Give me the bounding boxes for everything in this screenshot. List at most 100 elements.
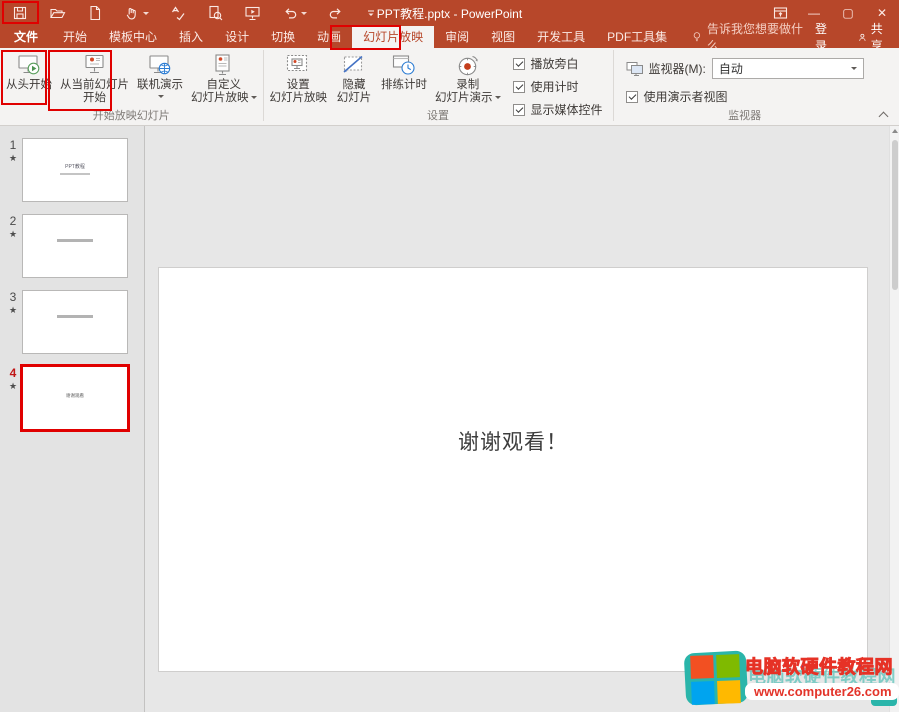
- setup-show-icon: [285, 52, 311, 79]
- lightbulb-icon: [692, 30, 702, 44]
- tab-home[interactable]: 开始: [52, 26, 98, 48]
- slide-3-thumbnail[interactable]: [22, 290, 128, 354]
- flag-square-green: [716, 654, 740, 678]
- slide-3-text-placeholder: [57, 315, 93, 318]
- monitor-select[interactable]: 自动: [712, 58, 864, 79]
- record-slideshow-button[interactable]: 录制 幻灯片演示: [431, 48, 505, 105]
- tab-pdf-tools[interactable]: PDF工具集: [596, 26, 678, 48]
- ribbon-tabs: 文件 开始 模板中心 插入 设计 切换 动画 幻灯片放映 审阅 视图 开发工具 …: [0, 26, 899, 48]
- record-dropdown-arrow[interactable]: [495, 96, 501, 99]
- monitor-slide-icon: [82, 52, 108, 79]
- watermark-site-url: www.computer26.com: [745, 683, 899, 700]
- slide-4-number: 4: [6, 366, 20, 380]
- tab-animations[interactable]: 动画: [306, 26, 352, 48]
- slide-1-number: 1: [6, 138, 20, 152]
- tabrow-right: 登录 共享: [803, 26, 899, 48]
- setup-slideshow-button[interactable]: 设置 幻灯片放映: [266, 48, 332, 105]
- powerpoint-window: PPT教程.pptx - PowerPoint — ▢ ✕ 文件 开始 模板中心…: [0, 0, 899, 712]
- setup-checkboxes: 播放旁白 使用计时 显示媒体控件: [505, 48, 611, 118]
- group-start-slideshow: 从头开始 从当前幻灯片 开始: [0, 48, 263, 125]
- vertical-scrollbar[interactable]: [889, 126, 899, 712]
- undo-dropdown-arrow[interactable]: [301, 12, 307, 15]
- rehearse-clock-icon: [391, 52, 417, 79]
- customize-qat-icon[interactable]: [365, 7, 377, 19]
- slide-3-number: 3: [6, 290, 20, 304]
- monitor-globe-icon: [147, 52, 173, 79]
- from-current-slide-button[interactable]: 从当前幻灯片 开始: [56, 48, 133, 105]
- site-watermark: 电脑软硬件教程网 电脑软硬件教程网 www.computer26.com: [685, 652, 897, 710]
- group-setup: 设置 幻灯片放映 隐藏 幻灯片: [264, 48, 613, 125]
- slide-1-subtitle-placeholder: [60, 173, 90, 175]
- slide-2-thumbnail[interactable]: [22, 214, 128, 278]
- from-beginning-button[interactable]: 从头开始: [2, 48, 56, 92]
- new-document-icon[interactable]: [87, 5, 103, 21]
- save-icon[interactable]: [12, 5, 28, 21]
- group-monitors: 监视器(M): 自动 使用演示者视图 监视器: [614, 48, 876, 125]
- animation-star-icon: ★: [6, 306, 20, 315]
- monitor-label: 监视器(M):: [649, 60, 706, 77]
- tab-insert[interactable]: 插入: [168, 26, 214, 48]
- scrollbar-thumb[interactable]: [892, 140, 898, 290]
- undo-icon[interactable]: [282, 5, 307, 21]
- touch-mouse-mode-icon[interactable]: [124, 5, 149, 21]
- chevron-up-icon: [879, 112, 889, 122]
- quick-access-toolbar: [0, 5, 377, 21]
- slide-2-text-placeholder: [57, 239, 93, 242]
- group-label-setup: 设置: [266, 110, 611, 125]
- tab-review[interactable]: 审阅: [434, 26, 480, 48]
- animation-star-icon: ★: [6, 382, 20, 391]
- custom-slideshow-button[interactable]: 自定义 幻灯片放映: [187, 48, 261, 105]
- animation-star-icon: ★: [6, 154, 20, 163]
- slide-thumbnail-panel: 1 ★ PPT教程 2 ★ 3 ★: [0, 126, 145, 712]
- tab-design[interactable]: 设计: [214, 26, 260, 48]
- rehearse-timings-button[interactable]: 排练计时: [377, 48, 431, 92]
- collapse-ribbon-button[interactable]: [878, 110, 890, 120]
- person-icon: [858, 31, 867, 44]
- checkbox-checked-icon: [513, 58, 525, 70]
- tell-me-box[interactable]: 告诉我您想要做什么...: [692, 26, 803, 48]
- spelling-icon[interactable]: [170, 5, 186, 21]
- custom-show-dropdown-arrow[interactable]: [251, 96, 257, 99]
- slide-2-number: 2: [6, 214, 20, 228]
- animation-star-icon: ★: [6, 230, 20, 239]
- tab-view[interactable]: 视图: [480, 26, 526, 48]
- slide-1-title-text: PPT教程: [65, 164, 85, 170]
- slide-1-thumbnail[interactable]: PPT教程: [22, 138, 128, 202]
- tab-file[interactable]: 文件: [0, 26, 52, 48]
- open-folder-icon[interactable]: [49, 5, 66, 21]
- use-presenter-view-checkbox[interactable]: 使用演示者视图: [626, 88, 728, 105]
- hide-slide-button[interactable]: 隐藏 幻灯片: [331, 48, 377, 105]
- tab-transitions[interactable]: 切换: [260, 26, 306, 48]
- slide-4-thumbnail[interactable]: 谢谢观看: [22, 366, 128, 430]
- scroll-up-arrow-icon[interactable]: [892, 129, 898, 133]
- monitor-play-icon: [16, 52, 42, 79]
- hide-slide-icon: [341, 52, 367, 79]
- checkbox-checked-icon: [513, 81, 525, 93]
- tab-developer[interactable]: 开发工具: [526, 26, 596, 48]
- flag-square-red: [690, 655, 714, 679]
- tab-template-center[interactable]: 模板中心: [98, 26, 168, 48]
- use-timings-checkbox[interactable]: 使用计时: [513, 78, 603, 95]
- monitor-icon: [626, 61, 644, 76]
- present-online-button[interactable]: 联机演示: [133, 48, 187, 101]
- group-label-monitors: 监视器: [616, 110, 874, 125]
- slide-canvas[interactable]: 谢谢观看！: [158, 267, 868, 672]
- flag-square-blue: [691, 681, 715, 705]
- group-label-start-slideshow: 开始放映幻灯片: [2, 110, 261, 125]
- custom-show-icon: [211, 52, 237, 79]
- present-online-dropdown-arrow[interactable]: [158, 95, 164, 98]
- play-narrations-checkbox[interactable]: 播放旁白: [513, 55, 603, 72]
- print-preview-icon[interactable]: [207, 5, 223, 21]
- combo-dropdown-arrow[interactable]: [846, 59, 863, 78]
- record-icon: [455, 52, 481, 79]
- tab-slideshow[interactable]: 幻灯片放映: [352, 26, 434, 48]
- checkbox-checked-icon: [513, 104, 525, 116]
- flag-square-yellow: [717, 680, 741, 704]
- slide-4-text: 谢谢观看: [66, 393, 84, 398]
- windows-flag-logo: [690, 654, 741, 705]
- watermark-site-name: 电脑软硬件教程网: [745, 653, 897, 679]
- redo-icon[interactable]: [328, 5, 344, 21]
- slide-body-text[interactable]: 谢谢观看！: [159, 426, 867, 456]
- touch-mode-dropdown-arrow[interactable]: [143, 12, 149, 15]
- slideshow-from-beginning-icon[interactable]: [244, 5, 261, 21]
